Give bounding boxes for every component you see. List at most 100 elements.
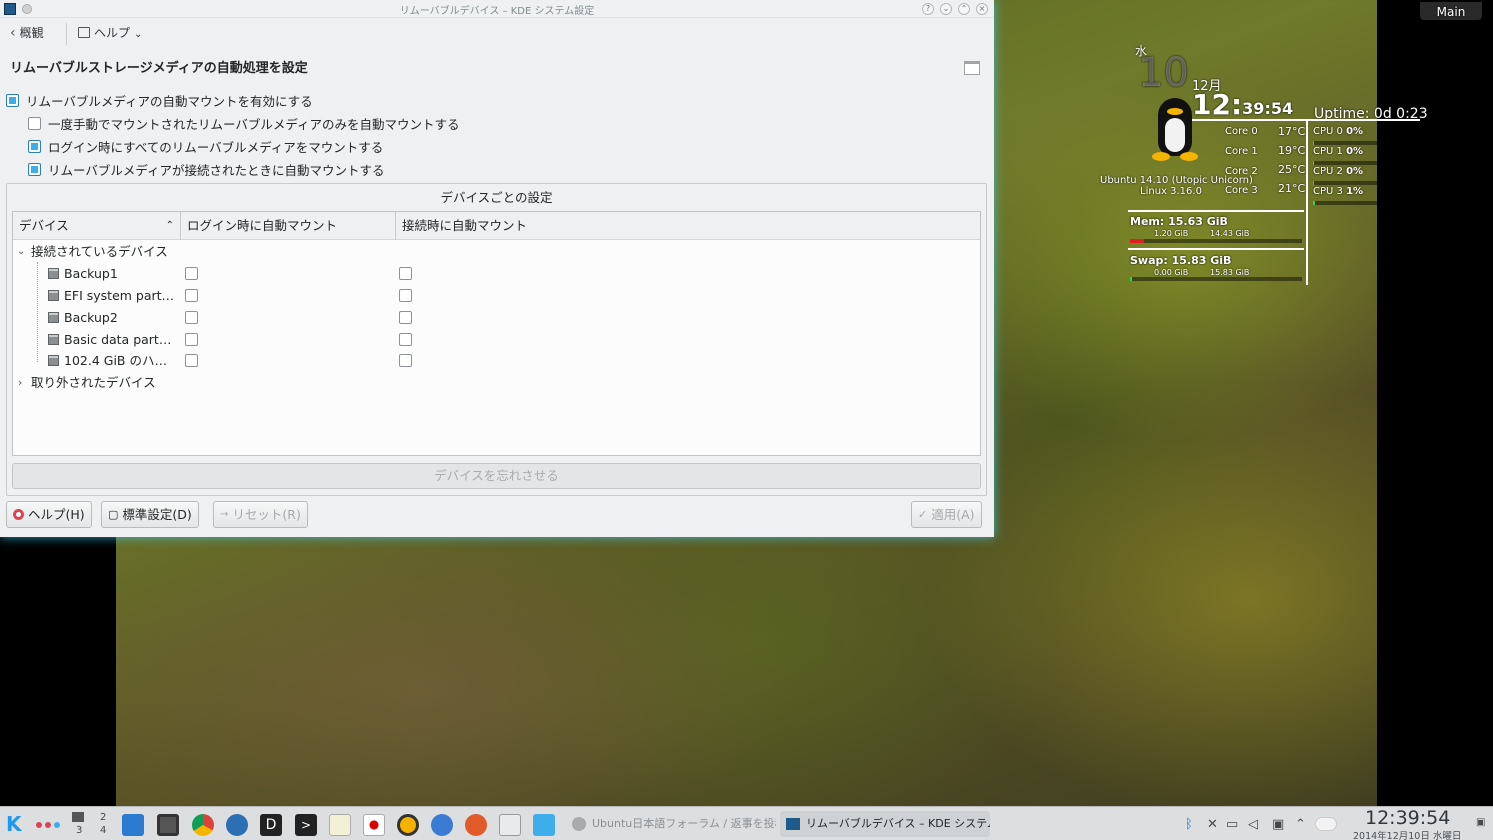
taskbar: K 3 2 4 D > Ubuntu日本語フォーラム / 返事を投稿… リムーバ… [0, 806, 1493, 840]
mount-on-attach-checkbox[interactable] [28, 163, 41, 176]
chevron-down-icon[interactable]: ⌄ [17, 241, 25, 262]
cpu-name: CPU 2 [1313, 166, 1343, 177]
manual-only-checkbox[interactable] [28, 117, 41, 130]
network-off-icon[interactable]: ✕ [1207, 817, 1218, 832]
cpu-label: CPU 1 0% [1313, 146, 1363, 157]
display-icon[interactable]: ▣ [1272, 817, 1284, 832]
login-automount-checkbox[interactable] [185, 354, 198, 367]
mount-on-attach-option[interactable]: リムーバブルメディアが接続されたときに自動マウントする [28, 160, 385, 179]
column-header-login[interactable]: ログイン時に自動マウント [181, 212, 396, 240]
login-automount-checkbox[interactable] [185, 333, 198, 346]
table-row[interactable]: Backup1 [13, 263, 980, 284]
device-name: 102.4 GiB のハ… [64, 353, 167, 368]
headphones-icon[interactable] [397, 814, 419, 836]
toolbar-separator [66, 23, 67, 45]
screen-edge-left [0, 537, 116, 806]
battery-icon[interactable]: ▭ [1226, 817, 1238, 832]
minimize-icon[interactable]: ⌄ [940, 3, 952, 15]
overview-button[interactable]: ‹ 概観 [10, 24, 44, 41]
cpu-label: CPU 0 0% [1313, 126, 1363, 137]
button-label: リセット(R) [232, 507, 301, 522]
forget-device-button[interactable]: デバイスを忘れさせる [12, 463, 981, 489]
panel-menu-icon[interactable]: ▣ [1476, 817, 1485, 828]
pager-desktop[interactable]: 2 [100, 812, 106, 823]
bookmarks-icon[interactable] [533, 814, 555, 836]
pager[interactable]: 3 2 4 [68, 810, 112, 838]
mount-at-login-option[interactable]: ログイン時にすべてのリムーバブルメディアをマウントする [28, 137, 383, 156]
clock-date[interactable]: 2014年12月10日 水曜日 [1353, 828, 1461, 840]
image-viewer-icon[interactable] [499, 814, 521, 836]
mail-icon[interactable] [122, 814, 144, 836]
maximize-icon[interactable]: ⌃ [958, 3, 970, 15]
sort-up-icon: ⌃ [165, 220, 174, 231]
overview-label: 概観 [19, 26, 44, 40]
tray-expand-icon[interactable]: ⌃ [1295, 817, 1306, 832]
attach-automount-checkbox[interactable] [399, 354, 412, 367]
close-icon[interactable]: × [976, 3, 988, 15]
task-forum[interactable]: Ubuntu日本語フォーラム / 返事を投稿… [566, 811, 776, 837]
attach-automount-checkbox[interactable] [399, 311, 412, 324]
terminal-icon[interactable]: > [295, 814, 317, 836]
login-automount-checkbox[interactable] [185, 267, 198, 280]
chrome-icon[interactable] [192, 814, 214, 836]
login-automount-checkbox[interactable] [185, 311, 198, 324]
attach-automount-checkbox[interactable] [399, 267, 412, 280]
pager-desktop[interactable]: 3 [76, 825, 82, 836]
screen-icon[interactable] [157, 814, 179, 836]
help-icon[interactable]: ? [922, 3, 934, 15]
help-menu-button[interactable]: ヘルプ ⌄ [78, 24, 142, 41]
chevron-left-icon: ‹ [10, 24, 16, 41]
help-menu-label: ヘルプ [94, 26, 131, 40]
dolphin-icon[interactable]: D [260, 814, 282, 836]
tux-icon [1150, 98, 1200, 164]
clock-time[interactable]: 12:39:54 [1365, 807, 1450, 829]
task-label: Ubuntu日本語フォーラム / 返事を投稿… [592, 817, 776, 830]
pin-icon[interactable] [964, 61, 980, 75]
satellite-icon[interactable] [465, 814, 487, 836]
weather-icon[interactable] [1315, 817, 1337, 831]
table-row[interactable]: Basic data part… [13, 329, 980, 350]
help-button[interactable]: ヘルプ(H) [6, 501, 92, 528]
chrome-small-icon [572, 817, 586, 831]
button-label: 適用(A) [931, 507, 975, 522]
globe-icon[interactable] [431, 814, 453, 836]
device-tree[interactable]: デバイス ⌃ ログイン時に自動マウント 接続時に自動マウント ⌄ 接続されている… [12, 211, 981, 456]
attach-automount-checkbox[interactable] [399, 333, 412, 346]
enable-automount-checkbox[interactable] [6, 94, 19, 107]
kde-menu-icon[interactable]: K [6, 813, 28, 835]
bluetooth-icon[interactable]: ᛒ [1185, 817, 1193, 832]
defaults-icon: ▢ [108, 508, 119, 521]
volume-icon[interactable]: ◁ [1248, 817, 1258, 832]
enable-automount-option[interactable]: リムーバブルメディアの自動マウントを有効にする [6, 91, 313, 110]
table-row[interactable]: Backup2 [13, 307, 980, 328]
login-automount-checkbox[interactable] [185, 289, 198, 302]
pager-desktop[interactable]: 4 [100, 825, 106, 836]
cpu-value: 0% [1346, 126, 1364, 137]
manual-only-option[interactable]: 一度手動でマウントされたリムーバブルメディアのみを自動マウントする [28, 114, 460, 133]
reset-button[interactable]: → リセット(R) [213, 501, 308, 528]
page-title: リムーバブルストレージメディアの自動処理を設定 [10, 61, 308, 76]
activities-icon[interactable] [36, 822, 62, 830]
apply-button[interactable]: ✓ 適用(A) [911, 501, 982, 528]
mount-at-login-checkbox[interactable] [28, 140, 41, 153]
tree-group-connected[interactable]: ⌄ 接続されているデバイス [13, 241, 980, 262]
swap-label: Swap: 15.83 GiB [1130, 254, 1232, 267]
attach-automount-checkbox[interactable] [399, 289, 412, 302]
defaults-button[interactable]: ▢ 標準設定(D) [101, 501, 199, 528]
thunderbird-icon[interactable] [226, 814, 248, 836]
table-row[interactable]: EFI system part… [13, 285, 980, 306]
chevron-right-icon[interactable]: › [18, 372, 22, 393]
task-settings[interactable]: リムーバブルデバイス – KDE システム設定 [780, 811, 990, 837]
column-header-device[interactable]: デバイス ⌃ [13, 212, 181, 240]
column-header-attach[interactable]: 接続時に自動マウント [396, 212, 980, 240]
cpu-value: 0% [1346, 146, 1364, 157]
title-bar[interactable]: リムーバブルデバイス – KDE システム設定 ? ⌄ ⌃ × [0, 0, 994, 18]
flag-icon[interactable] [363, 814, 385, 836]
table-row[interactable]: 102.4 GiB のハ… [13, 350, 980, 371]
time-rest: 39:54 [1242, 99, 1294, 118]
tree-group-removed[interactable]: › 取り外されたデバイス [13, 372, 980, 393]
main-activity-label[interactable]: Main [1420, 2, 1482, 20]
mem-free: 14.43 GiB [1210, 229, 1250, 238]
text-editor-icon[interactable] [329, 814, 351, 836]
core-temp: 17°C [1278, 125, 1306, 138]
